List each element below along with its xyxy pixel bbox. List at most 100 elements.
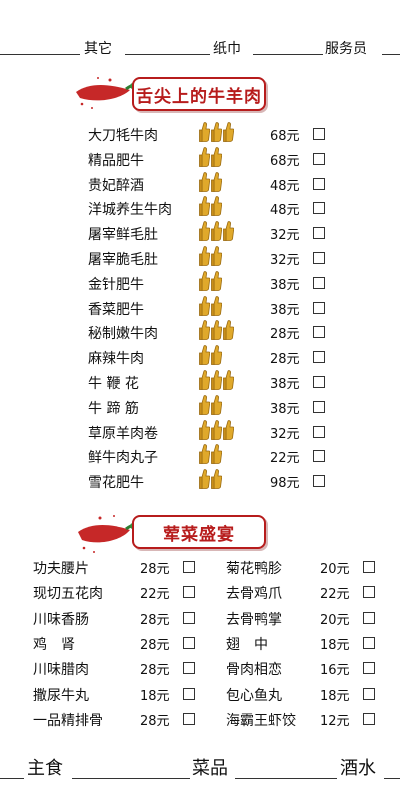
waiter-blank-line-end[interactable] [382, 54, 400, 55]
thumbs-up-icon [211, 196, 222, 217]
dishes-blank-line[interactable] [235, 778, 337, 779]
recommendation-thumbs [199, 469, 223, 491]
recommendation-thumbs [199, 221, 235, 243]
menu-item-row: 雪花肥牛 98元 [0, 469, 400, 494]
dish-price: 22元 [140, 587, 170, 603]
dish-price: 28元 [140, 663, 170, 679]
staple-label: 主食 [27, 758, 63, 779]
thumbs-up-icon [211, 295, 222, 316]
order-checkbox[interactable] [313, 376, 325, 388]
order-checkbox[interactable] [363, 636, 375, 649]
dish-price: 38元 [270, 277, 300, 293]
dish-name: 贵妃醉酒 [88, 177, 144, 194]
section-banner-meat-feast: 荤菜盛宴 [70, 512, 270, 553]
menu-item-row: 鲜牛肉丸子 22元 [0, 444, 400, 469]
thumbs-up-icon [223, 320, 234, 341]
dish-price: 18元 [140, 688, 170, 704]
menu-item-row: 麻辣牛肉 28元 [0, 345, 400, 370]
dish-price: 32元 [270, 253, 300, 268]
section-banner-beef: 舌尖上的牛羊肉 [70, 74, 270, 114]
drinks-blank-line[interactable] [384, 778, 400, 779]
order-checkbox[interactable] [183, 586, 195, 599]
section-title-meat-feast: 荤菜盛宴 [163, 525, 235, 545]
order-checkbox[interactable] [363, 662, 375, 675]
dish-price: 22元 [320, 587, 350, 603]
order-checkbox[interactable] [363, 611, 375, 624]
thumbs-up-icon [223, 122, 234, 142]
recommendation-thumbs [199, 395, 223, 417]
menu-item-row: 川味香肠 28元 去骨鸭掌 20元 [0, 606, 400, 631]
recommendation-thumbs [199, 171, 223, 194]
staple-blank-line[interactable] [72, 778, 190, 779]
dish-name: 去骨鸡爪 [226, 586, 282, 603]
thumbs-up-icon [199, 395, 210, 415]
dish-name: 麻辣牛肉 [88, 351, 144, 368]
order-checkbox[interactable] [183, 561, 195, 573]
dish-price: 38元 [270, 377, 300, 392]
thumbs-up-icon [223, 221, 234, 242]
menu-item-row: 洋城养生牛肉 48元 [0, 196, 400, 221]
thumbs-up-icon [211, 246, 222, 266]
order-checkbox[interactable] [183, 636, 195, 649]
thumbs-up-icon [223, 370, 234, 390]
dish-name: 菊花鸭胗 [226, 561, 282, 577]
dish-name: 川味腊肉 [33, 662, 89, 679]
order-checkbox[interactable] [313, 450, 325, 463]
order-checkbox[interactable] [183, 611, 195, 624]
recommendation-thumbs [199, 122, 235, 144]
order-checkbox[interactable] [363, 687, 375, 700]
other-label: 其它 [84, 41, 112, 57]
banner-title-plate: 荤菜盛宴 [132, 515, 266, 549]
order-checkbox[interactable] [313, 128, 325, 140]
order-checkbox[interactable] [183, 712, 195, 725]
order-checkbox[interactable] [313, 177, 325, 190]
thumbs-up-icon [211, 395, 222, 415]
thumbs-up-icon [211, 444, 222, 465]
chili-pepper-icon [78, 515, 140, 553]
recommendation-thumbs [199, 444, 223, 466]
order-checkbox[interactable] [313, 152, 325, 165]
dish-name: 鸡 肾 [33, 636, 75, 653]
dish-name: 一品精排骨 [33, 712, 103, 729]
order-checkbox[interactable] [183, 662, 195, 675]
menu-item-row: 贵妃醉酒 48元 [0, 171, 400, 197]
chili-pepper-icon [76, 77, 140, 109]
dish-name: 洋城养生牛肉 [88, 202, 172, 219]
thumbs-up-icon [199, 221, 210, 242]
thumbs-up-icon [199, 370, 210, 390]
order-checkbox[interactable] [313, 252, 325, 264]
dish-name: 雪花肥牛 [88, 475, 144, 492]
order-checkbox[interactable] [313, 227, 325, 240]
napkin-blank-line[interactable] [125, 54, 210, 55]
order-checkbox[interactable] [313, 326, 325, 339]
thumbs-up-icon [199, 320, 210, 341]
dish-price: 32元 [270, 228, 300, 244]
order-checkbox[interactable] [363, 586, 375, 599]
order-checkbox[interactable] [313, 475, 325, 488]
dish-name: 包心鱼丸 [226, 687, 282, 704]
thumbs-up-icon [199, 444, 210, 465]
order-checkbox[interactable] [313, 276, 325, 289]
napkin-label: 纸巾 [213, 41, 241, 57]
order-checkbox[interactable] [363, 712, 375, 725]
staple-blank-line-start[interactable] [0, 778, 24, 779]
order-checkbox[interactable] [363, 561, 375, 573]
menu-item-row: 一品精排骨 28元 海霸王虾饺 12元 [0, 707, 400, 732]
order-checkbox[interactable] [313, 202, 325, 215]
thumbs-up-icon [199, 246, 210, 266]
order-checkbox[interactable] [313, 301, 325, 314]
order-checkbox[interactable] [313, 351, 325, 364]
menu-item-row: 草原羊肉卷 32元 [0, 419, 400, 445]
menu-item-row: 秘制嫩牛肉 28元 [0, 320, 400, 345]
thumbs-up-icon [223, 419, 234, 440]
order-checkbox[interactable] [313, 400, 325, 413]
dish-price: 20元 [320, 612, 350, 628]
dish-price: 18元 [320, 688, 350, 704]
dish-price: 28元 [140, 637, 170, 653]
menu-item-row: 撒尿牛丸 18元 包心鱼丸 18元 [0, 682, 400, 707]
menu-item-row: 香菜肥牛 38元 [0, 295, 400, 321]
other-blank-line[interactable] [0, 54, 80, 55]
order-checkbox[interactable] [183, 687, 195, 700]
order-checkbox[interactable] [313, 425, 325, 438]
waiter-blank-line[interactable] [253, 54, 323, 55]
